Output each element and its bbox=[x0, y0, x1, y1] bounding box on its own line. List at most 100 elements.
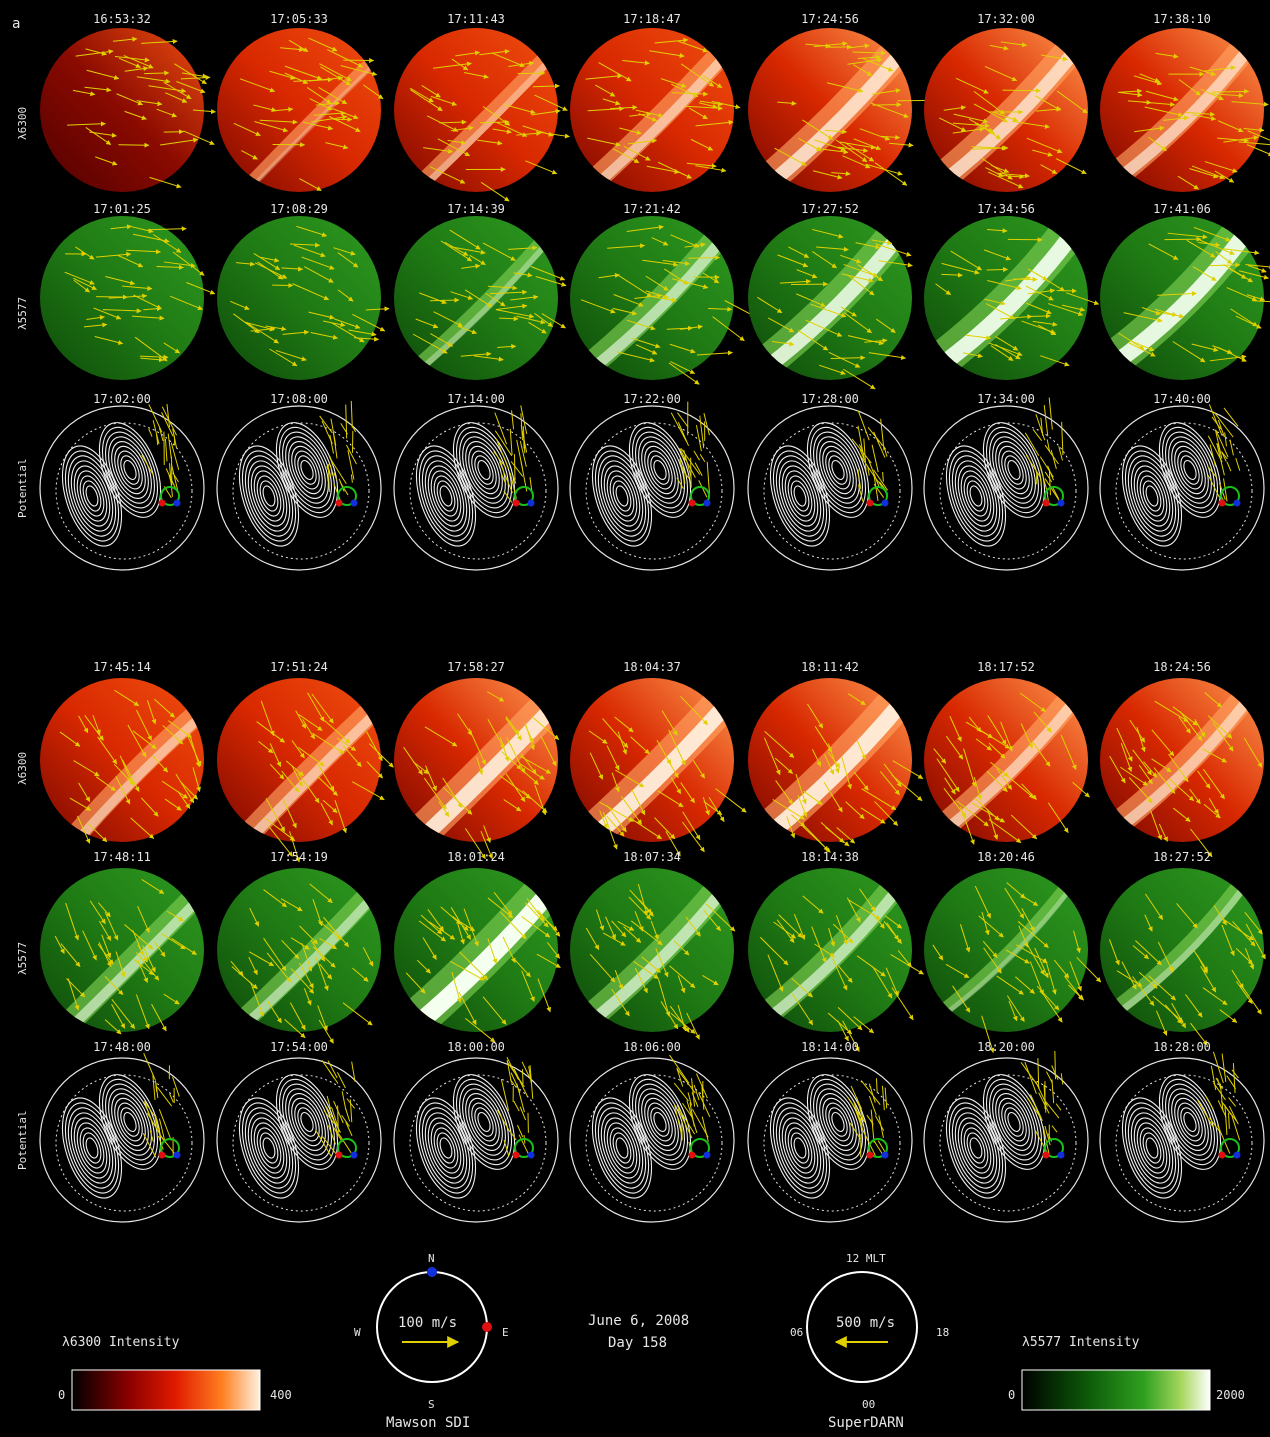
timestamp: 17:27:52 bbox=[801, 202, 859, 216]
sdi-east-marker bbox=[482, 1322, 492, 1332]
green-allsky-image bbox=[748, 868, 924, 1052]
sdi-east-label: E bbox=[502, 1326, 509, 1339]
potential-map bbox=[393, 1056, 559, 1223]
timestamp: 17:14:39 bbox=[447, 202, 505, 216]
colorbar-green-min: 0 bbox=[1008, 1388, 1016, 1402]
timestamp: 17:41:06 bbox=[1153, 202, 1211, 216]
green-allsky-image bbox=[1100, 216, 1270, 380]
timestamp: 18:01:24 bbox=[447, 850, 505, 864]
timestamp: 18:20:46 bbox=[977, 850, 1035, 864]
potential-map bbox=[923, 397, 1089, 571]
timestamp: 18:27:52 bbox=[1153, 850, 1211, 864]
potential-map bbox=[1099, 1051, 1265, 1223]
potential-map bbox=[39, 1053, 205, 1223]
colorbar-green-max: 2000 bbox=[1216, 1388, 1245, 1402]
timestamp: 17:48:00 bbox=[93, 1040, 151, 1054]
green-allsky-image bbox=[217, 216, 390, 380]
colorbar-red-min: 0 bbox=[58, 1388, 66, 1402]
potential-map bbox=[216, 400, 382, 571]
potential-map bbox=[393, 405, 559, 571]
superdarn-right-label: 18 bbox=[936, 1326, 950, 1339]
timestamp: 18:17:52 bbox=[977, 660, 1035, 674]
timestamp: 17:14:00 bbox=[447, 392, 505, 406]
red-allsky-image bbox=[748, 28, 938, 192]
timestamp: 17:18:47 bbox=[623, 12, 681, 26]
timestamp: 17:45:14 bbox=[93, 660, 151, 674]
green-allsky-image bbox=[394, 216, 567, 380]
red-allsky-image bbox=[217, 678, 394, 863]
green-allsky-image bbox=[1100, 868, 1266, 1046]
colorbar-green-title: λ5577 Intensity bbox=[1022, 1335, 1140, 1350]
colorbar-red bbox=[71, 1369, 261, 1411]
timestamp: 18:14:38 bbox=[801, 850, 859, 864]
potential-map bbox=[747, 405, 913, 571]
potential-map bbox=[39, 403, 205, 571]
potential-map bbox=[747, 1057, 913, 1223]
timestamp: 18:20:00 bbox=[977, 1040, 1035, 1054]
red-allsky-image bbox=[40, 28, 217, 192]
timestamp: 17:05:33 bbox=[270, 12, 328, 26]
panel-label: a bbox=[12, 16, 21, 32]
superdarn-top-label: 12 MLT bbox=[846, 1252, 886, 1265]
timestamp: 18:14:00 bbox=[801, 1040, 859, 1054]
red-allsky-image bbox=[217, 28, 384, 192]
timestamp: 18:11:42 bbox=[801, 660, 859, 674]
sdi-south-label: S bbox=[428, 1398, 435, 1411]
superdarn-bottom-label: 00 bbox=[862, 1398, 876, 1411]
superdarn-speed-label: 500 m/s bbox=[836, 1315, 896, 1331]
figure-date: June 6, 2008 bbox=[588, 1313, 690, 1329]
red-allsky-image bbox=[1100, 28, 1270, 192]
timestamp: 18:07:34 bbox=[623, 850, 681, 864]
green-allsky-image bbox=[40, 216, 216, 380]
sdi-north-marker bbox=[427, 1267, 437, 1277]
red-allsky-image bbox=[924, 28, 1088, 192]
timestamp: 17:40:00 bbox=[1153, 392, 1211, 406]
green-allsky-image bbox=[40, 868, 204, 1035]
timestamp: 17:34:00 bbox=[977, 392, 1035, 406]
green-allsky-image bbox=[570, 868, 736, 1040]
red-allsky-image bbox=[1100, 678, 1264, 858]
timestamp: 16:53:32 bbox=[93, 12, 151, 26]
sdi-north-label: N bbox=[428, 1252, 435, 1265]
timestamp: 17:28:00 bbox=[801, 392, 859, 406]
timestamp: 18:24:56 bbox=[1153, 660, 1211, 674]
timestamp: 17:32:00 bbox=[977, 12, 1035, 26]
timestamp: 17:54:19 bbox=[270, 850, 328, 864]
sdi-caption: Mawson SDI bbox=[386, 1415, 471, 1431]
timestamp: 17:24:56 bbox=[801, 12, 859, 26]
timestamp: 17:51:24 bbox=[270, 660, 328, 674]
red-allsky-image bbox=[394, 28, 570, 202]
green-allsky-image bbox=[924, 216, 1100, 380]
red-allsky-image bbox=[394, 678, 560, 860]
timestamp: 17:48:11 bbox=[93, 850, 151, 864]
colorbar-green bbox=[1021, 1369, 1211, 1411]
red-allsky-image bbox=[570, 678, 747, 857]
timestamp: 17:01:25 bbox=[93, 202, 151, 216]
timestamp: 17:58:27 bbox=[447, 660, 505, 674]
figure-day: Day 158 bbox=[608, 1335, 668, 1351]
row-label-red-1: λ6300 bbox=[16, 106, 29, 140]
row-label-potential-2: Potential bbox=[16, 1110, 29, 1170]
timestamp: 17:22:00 bbox=[623, 392, 681, 406]
row-label-potential-1: Potential bbox=[16, 458, 29, 518]
green-allsky-image bbox=[924, 868, 1102, 1053]
potential-map bbox=[569, 1054, 735, 1223]
red-allsky-image bbox=[40, 678, 204, 844]
timestamp: 17:02:00 bbox=[93, 392, 151, 406]
red-allsky-image bbox=[570, 28, 741, 192]
timestamp: 18:04:37 bbox=[623, 660, 681, 674]
timestamp: 18:28:00 bbox=[1153, 1040, 1211, 1054]
green-allsky-image bbox=[748, 216, 913, 390]
colorbar-red-max: 400 bbox=[270, 1388, 292, 1402]
potential-map bbox=[216, 1057, 382, 1223]
sdi-west-label: W bbox=[354, 1326, 361, 1339]
timestamp: 17:34:56 bbox=[977, 202, 1035, 216]
red-allsky-image bbox=[748, 678, 924, 853]
timestamp: 18:00:00 bbox=[447, 1040, 505, 1054]
timestamp: 17:54:00 bbox=[270, 1040, 328, 1054]
timestamp: 17:08:00 bbox=[270, 392, 328, 406]
potential-map bbox=[1099, 404, 1265, 571]
superdarn-left-label: 06 bbox=[790, 1326, 804, 1339]
potential-map bbox=[923, 1051, 1089, 1223]
row-label-green-1: λ5577 bbox=[16, 296, 29, 330]
